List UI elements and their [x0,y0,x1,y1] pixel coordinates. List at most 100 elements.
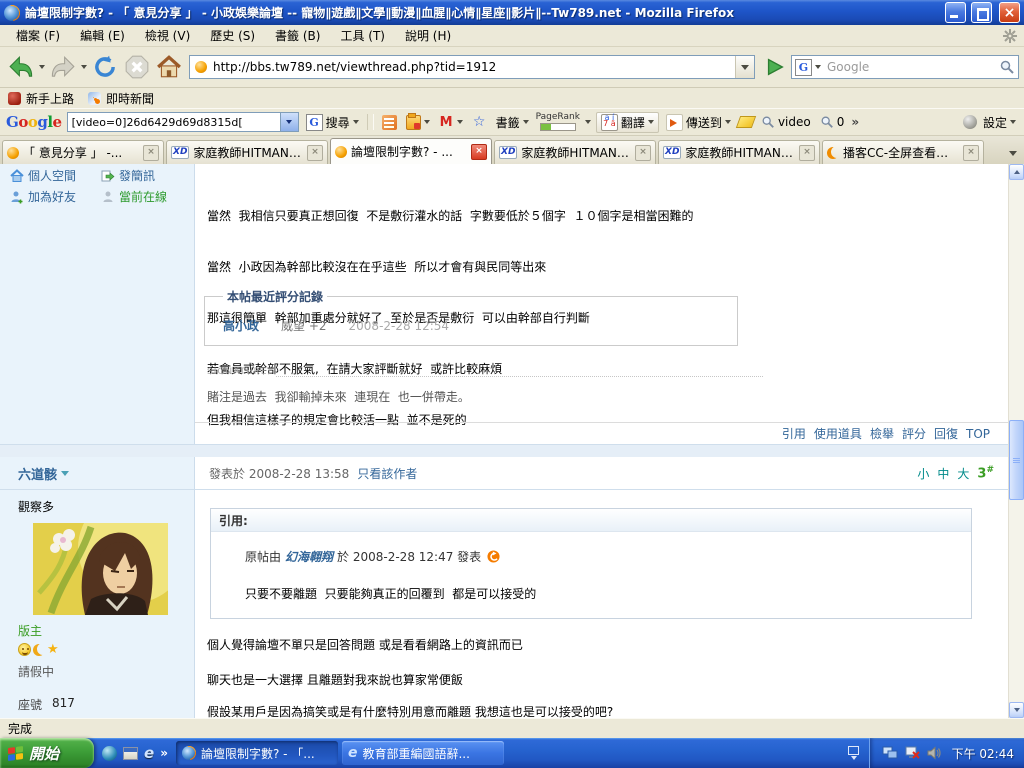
quick-launch-ie-icon[interactable] [144,744,154,762]
font-medium-link[interactable]: 中 [937,465,949,482]
menu-file[interactable]: 檔案 (F) [6,25,70,46]
go-button[interactable] [761,53,789,81]
font-large-link[interactable]: 大 [957,465,969,482]
link-online-status[interactable]: 當前在線 [101,188,187,205]
reply-link[interactable]: 回復 [934,425,958,442]
sendto-button[interactable]: 傳送到 [664,112,733,133]
menu-edit[interactable]: 編輯 (E) [70,25,135,46]
only-author-link[interactable]: 只看該作者 [357,465,417,482]
folder-button[interactable] [404,113,432,132]
scroll-up-button[interactable] [1009,164,1024,180]
rating-score: 威望 +2 [281,317,327,334]
reload-button[interactable] [89,51,121,83]
tab-list-dropdown[interactable] [1004,142,1022,164]
quoted-author-link[interactable]: 幻海翱翔 [285,548,333,565]
find-count-button[interactable]: 0 [818,113,847,131]
news-button[interactable] [380,113,399,132]
menu-history[interactable]: 歷史 (S) [200,25,265,46]
vertical-scrollbar[interactable] [1008,164,1024,718]
tab-3-active[interactable]: 論壇限制字數? - ... [330,138,492,164]
link-personal-space[interactable]: 個人空間 [10,167,96,184]
back-dropdown[interactable] [37,51,47,83]
taskbar-collapse-chevron[interactable] [839,746,869,760]
tab-close-icon[interactable] [307,145,323,161]
tab-6[interactable]: 播客CC-全屏查看视... [822,140,984,164]
find-video-button[interactable]: video [759,113,813,131]
quick-launch-overflow-chevron[interactable] [160,746,168,760]
tab-close-icon[interactable] [471,144,487,160]
url-text[interactable]: http://bbs.tw789.net/viewthread.php?tid=… [213,60,735,74]
settings-button[interactable]: 設定 [981,112,1018,133]
search-engine-dropdown[interactable] [815,65,821,69]
bookmarks-menu-button[interactable]: 書籤 [494,112,531,133]
home-button[interactable] [153,51,185,83]
back-button[interactable] [5,51,37,83]
google-search-input[interactable]: [video=0]26d6429d69d8315d[ [67,112,299,132]
highlighter-icon[interactable] [736,116,756,128]
link-add-friend[interactable]: 加為好友 [10,188,96,205]
scroll-down-button[interactable] [1009,702,1024,718]
quick-launch-sphere-icon[interactable] [102,746,117,761]
minimize-button[interactable] [945,2,966,23]
pagerank-dropdown[interactable] [585,120,591,124]
network-icon[interactable] [882,746,898,760]
font-small-link[interactable]: 小 [917,465,929,482]
tab-label: 家庭教師HITMAN R... [685,144,795,161]
tab-close-icon[interactable] [635,145,651,161]
use-magic-link[interactable]: 使用道具 [814,425,862,442]
search-input[interactable]: Google [827,60,999,74]
google-query-text[interactable]: [video=0]26d6429d69d8315d[ [68,116,280,129]
menu-bar: 檔案 (F) 編輯 (E) 檢視 (V) 歷史 (S) 書籤 (B) 工具 (T… [0,25,1024,47]
bookmark-getting-started[interactable]: 新手上路 [8,90,74,107]
rating-user-link[interactable]: 高小政 [223,317,259,334]
pagerank-indicator[interactable]: PageRank [536,113,580,131]
tab-5[interactable]: 家庭教師HITMAN R... [658,140,820,164]
translate-button[interactable]: 翻譯 [596,112,659,133]
forward-dropdown[interactable] [79,51,89,83]
url-bar[interactable]: http://bbs.tw789.net/viewthread.php?tid=… [189,55,755,79]
avatar[interactable] [33,523,168,615]
menu-tools[interactable]: 工具 (T) [330,25,395,46]
post2-author-link[interactable]: 六道骸 [18,464,57,483]
floor-number-link[interactable]: 3# [977,465,994,481]
settings-sphere-icon [963,115,977,129]
url-dropdown[interactable] [735,56,754,78]
forward-button[interactable] [47,51,79,83]
tab-1[interactable]: 「 意見分享 」 -... [2,140,164,164]
network-disconnected-icon[interactable] [904,746,920,760]
gmail-button[interactable] [437,113,465,132]
taskbar-clock[interactable]: 下午 02:44 [952,745,1014,762]
tab-close-icon[interactable] [963,145,979,161]
bookmark-latest-headlines[interactable]: 即時新聞 [88,90,154,107]
tab-4[interactable]: 家庭教師HITMAN R... [494,140,656,164]
tab-close-icon[interactable] [143,145,159,161]
google-search-button[interactable]: 搜尋 [304,112,361,133]
task-button-dictionary[interactable]: 教育部重編國語辭... [342,741,504,765]
magnifier-icon[interactable] [999,59,1015,75]
toolbar-overflow-chevron[interactable] [851,115,859,129]
report-link[interactable]: 檢舉 [870,425,894,442]
google-query-dropdown[interactable] [280,113,298,131]
bookmark-star-button[interactable] [470,113,489,132]
quote-header: 引用: [211,509,971,532]
menu-bookmarks[interactable]: 書籤 (B) [265,25,330,46]
restore-button[interactable] [971,2,992,23]
search-box[interactable]: Google [791,55,1019,79]
chevron-down-icon[interactable] [61,471,69,476]
start-button[interactable]: 開始 [0,738,94,768]
quick-launch-mail-icon[interactable] [123,747,138,760]
top-link[interactable]: TOP [966,427,990,441]
tab-2[interactable]: 家庭教師HITMAN R... [166,140,328,164]
link-send-message[interactable]: 發簡訊 [101,167,187,184]
volume-icon[interactable] [926,746,942,760]
stop-button[interactable] [121,51,153,83]
close-button[interactable]: × [999,2,1020,23]
menu-help[interactable]: 說明 (H) [395,25,461,46]
tab-close-icon[interactable] [799,145,815,161]
scrollbar-thumb[interactable] [1009,420,1024,500]
quote-link[interactable]: 引用 [782,425,806,442]
goto-quote-icon[interactable] [487,550,500,563]
menu-view[interactable]: 檢視 (V) [135,25,200,46]
rate-link[interactable]: 評分 [902,425,926,442]
task-button-firefox[interactable]: 論壇限制字數? - 「... [176,741,338,765]
